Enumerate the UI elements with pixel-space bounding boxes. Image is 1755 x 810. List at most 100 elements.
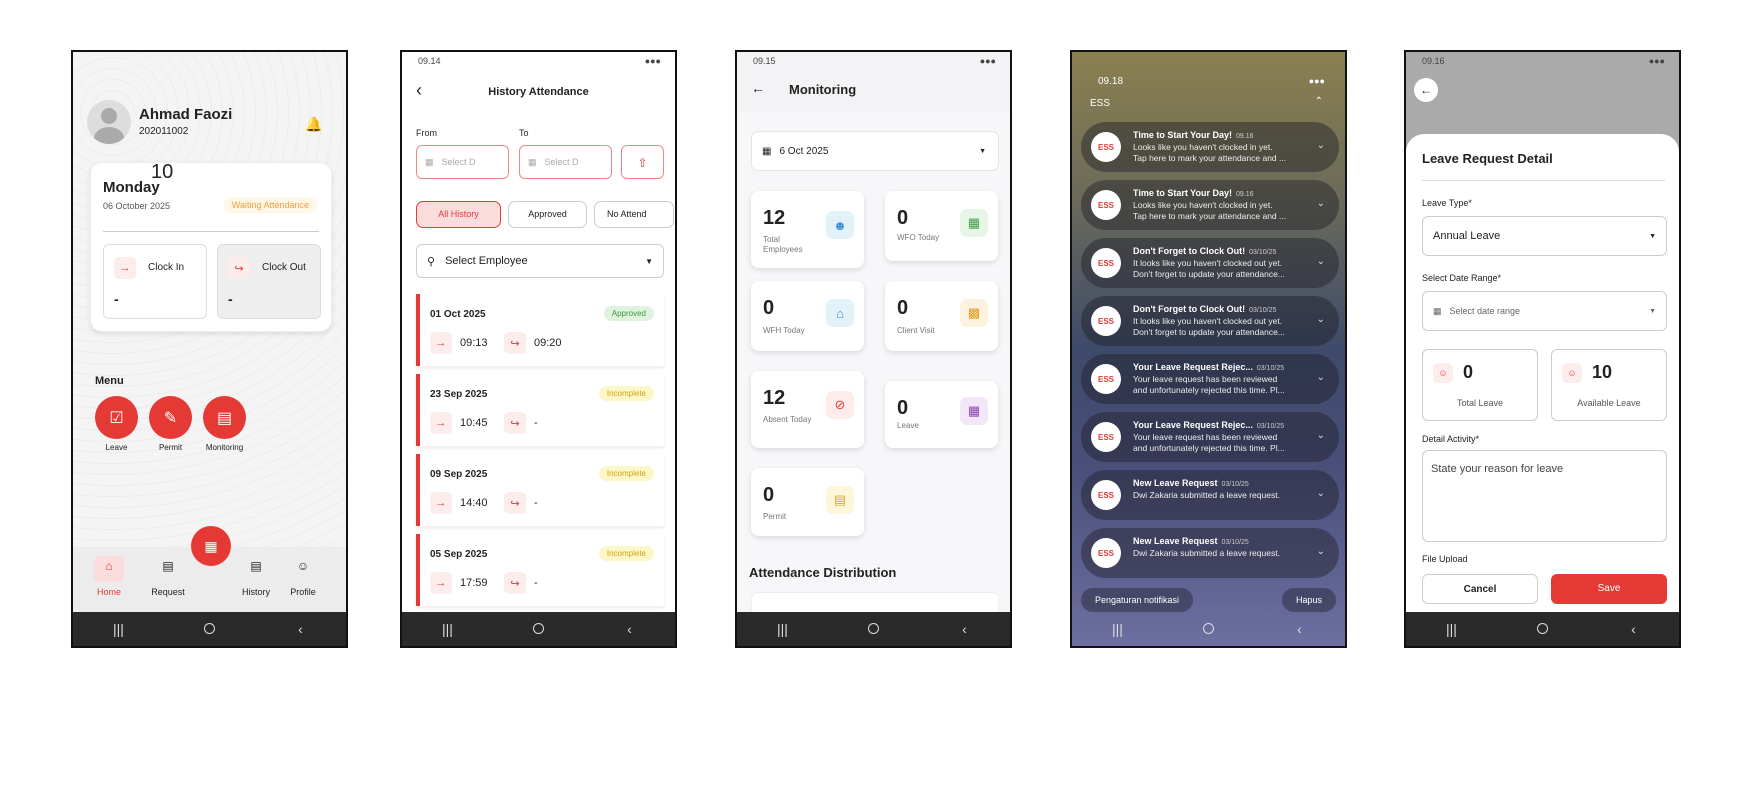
fab-attendance[interactable]: ▦ <box>191 526 231 566</box>
recents-icon[interactable]: ||| <box>428 621 468 637</box>
back-icon[interactable]: ‹ <box>610 621 650 637</box>
back-arrow-icon[interactable]: ← <box>1414 78 1438 102</box>
back-icon[interactable]: ‹ <box>1614 621 1654 637</box>
stat-card-permit[interactable]: 0 Permit ▤ <box>751 468 864 536</box>
notification-item[interactable]: ESS Time to Start Your Day! 09.16 Looks l… <box>1081 122 1339 172</box>
ess-logo-icon: ESS <box>1091 364 1121 394</box>
home-icon: ⌂ <box>826 299 854 327</box>
menu-monitoring[interactable]: ▤ Monitoring <box>203 396 246 452</box>
save-button[interactable]: Save <box>1551 574 1667 604</box>
leave-request-screen: 09.16 ●●● ← Leave Request Detail Leave Ty… <box>1404 50 1681 648</box>
employee-select[interactable]: ⚲ Select Employee ▼ <box>416 244 664 278</box>
building-icon: ▦ <box>960 209 988 237</box>
stat-card-absent-today[interactable]: 12 Absent Today ⊘ <box>751 371 864 448</box>
employee-placeholder: Select Employee <box>445 255 528 267</box>
home-button-icon[interactable] <box>519 621 559 637</box>
recents-icon[interactable]: ||| <box>99 621 139 637</box>
recents-icon[interactable]: ||| <box>1098 621 1138 637</box>
briefcase-icon: ▩ <box>960 299 988 327</box>
to-date-input[interactable]: ▦ Select D <box>519 145 612 179</box>
menu-leave[interactable]: ☑ Leave <box>95 396 138 452</box>
leave-type-label: Leave Type* <box>1422 198 1472 208</box>
stat-value: 12 <box>763 207 786 229</box>
nav-profile[interactable]: Profile <box>275 587 331 597</box>
history-card[interactable]: 09 Sep 2025 Incomplete → 14:40 ↪ - <box>416 454 664 526</box>
detail-activity-label: Detail Activity* <box>1422 434 1480 444</box>
stat-value: 12 <box>763 387 786 409</box>
back-icon[interactable]: ‹ <box>281 621 321 637</box>
stat-card-leave[interactable]: 0 Leave ▦ <box>885 381 998 448</box>
calendar-icon: ▦ <box>960 397 988 425</box>
detail-activity-textarea[interactable]: State your reason for leave <box>1422 450 1667 542</box>
history-card[interactable]: 01 Oct 2025 Approved → 09:13 ↪ 09:20 <box>416 294 664 366</box>
stat-card-wfo-today[interactable]: 0 WFO Today ▦ <box>885 191 998 261</box>
clock-out-box[interactable]: ↪ Clock Out - <box>217 244 321 319</box>
record-out: 09:20 <box>534 337 562 349</box>
avatar[interactable] <box>87 100 131 144</box>
notification-body: Dwi Zakaria submitted a leave request. <box>1133 548 1280 558</box>
from-date-input[interactable]: ▦ Select D <box>416 145 509 179</box>
menu-monitoring-label: Monitoring <box>205 443 244 452</box>
back-icon[interactable]: ‹ <box>945 621 985 637</box>
chevron-down-icon[interactable]: ⌄ <box>1317 488 1325 499</box>
to-placeholder: Select D <box>544 157 579 167</box>
chevron-down-icon[interactable]: ⌄ <box>1317 546 1325 557</box>
stat-label: Leave <box>897 421 919 430</box>
filter-approved[interactable]: Approved <box>508 201 587 228</box>
notification-item[interactable]: ESS Don't Forget to Clock Out! 03/10/25 I… <box>1081 296 1339 346</box>
export-button[interactable]: ⇧ <box>621 145 664 179</box>
system-nav: ||| ‹ <box>737 612 1010 646</box>
cancel-button[interactable]: Cancel <box>1422 574 1538 604</box>
date-picker[interactable]: ▦ 6 Oct 2025 ▼ <box>751 131 999 171</box>
home-button-icon[interactable] <box>854 621 894 637</box>
notification-body: Dwi Zakaria submitted a leave request. <box>1133 490 1280 500</box>
status-badge: Waiting Attendance <box>223 197 317 213</box>
clock-in-label: Clock In <box>148 262 185 273</box>
permit-icon: ✎ <box>149 396 192 439</box>
notification-item[interactable]: ESS Your Leave Request Rejec... 03/10/25 … <box>1081 354 1339 404</box>
history-card[interactable]: 23 Sep 2025 Incomplete → 10:45 ↪ - <box>416 374 664 446</box>
clear-all-button[interactable]: Hapus <box>1281 588 1336 612</box>
stat-label: Permit <box>763 512 787 521</box>
notification-item[interactable]: ESS Time to Start Your Day! 09.16 Looks l… <box>1081 180 1339 230</box>
stat-card-wfh-today[interactable]: 0 WFH Today ⌂ <box>751 281 864 351</box>
notification-settings-button[interactable]: Pengaturan notifikasi <box>1081 588 1194 612</box>
stat-card-client-visit[interactable]: 0 Client Visit ▩ <box>885 281 998 351</box>
notification-item[interactable]: ESS New Leave Request 03/10/25 Dwi Zakari… <box>1081 528 1339 578</box>
nav-request[interactable]: Request <box>140 587 196 597</box>
app-label: ESS <box>1090 98 1111 109</box>
home-button-icon[interactable] <box>1189 621 1229 637</box>
attendance-card: 10 Monday 06 October 2025 Waiting Attend… <box>90 161 332 332</box>
chevron-down-icon[interactable]: ⌄ <box>1317 372 1325 383</box>
home-button-icon[interactable] <box>1523 621 1563 637</box>
menu-permit[interactable]: ✎ Permit <box>149 396 192 452</box>
back-arrow-icon[interactable]: ← <box>751 80 765 96</box>
date-range-select[interactable]: ▦ Select date range ▼ <box>1422 291 1667 331</box>
home-button-icon[interactable] <box>190 621 230 637</box>
chevron-down-icon[interactable]: ⌄ <box>1317 198 1325 209</box>
recents-icon[interactable]: ||| <box>763 621 803 637</box>
notification-time: 03/10/25 <box>1249 307 1277 314</box>
filter-no-attend[interactable]: No Attend <box>594 201 674 228</box>
recents-icon[interactable]: ||| <box>1432 621 1472 637</box>
history-card[interactable]: 05 Sep 2025 Incomplete → 17:59 ↪ - <box>416 534 664 606</box>
app-bar: ← Monitoring <box>737 70 1010 112</box>
back-icon[interactable]: ‹ <box>1280 621 1320 637</box>
chevron-down-icon[interactable]: ⌄ <box>1317 256 1325 267</box>
system-nav: ||| ‹ <box>1406 612 1679 646</box>
filter-all-history[interactable]: All History <box>416 201 501 228</box>
bell-icon[interactable]: 🔔 <box>305 116 322 133</box>
nav-home[interactable]: Home <box>81 587 137 597</box>
chevron-down-icon[interactable]: ⌄ <box>1317 140 1325 151</box>
leave-type-select[interactable]: Annual Leave ▼ <box>1422 216 1667 256</box>
notification-item[interactable]: ESS Don't Forget to Clock Out! 03/10/25 I… <box>1081 238 1339 288</box>
stat-card-total-employees[interactable]: 12 Total Employees ☻ <box>751 191 864 268</box>
notification-item[interactable]: ESS New Leave Request 03/10/25 Dwi Zakari… <box>1081 470 1339 520</box>
chevron-down-icon[interactable]: ⌄ <box>1317 314 1325 325</box>
notification-item[interactable]: ESS Your Leave Request Rejec... 03/10/25 … <box>1081 412 1339 462</box>
record-out: - <box>534 417 538 429</box>
chevron-down-icon[interactable]: ⌄ <box>1317 430 1325 441</box>
collapse-icon[interactable]: ⌃ <box>1315 96 1323 107</box>
clock-in-box[interactable]: → Clock In - <box>103 244 207 319</box>
clock-out-icon: ↪ <box>504 492 526 514</box>
